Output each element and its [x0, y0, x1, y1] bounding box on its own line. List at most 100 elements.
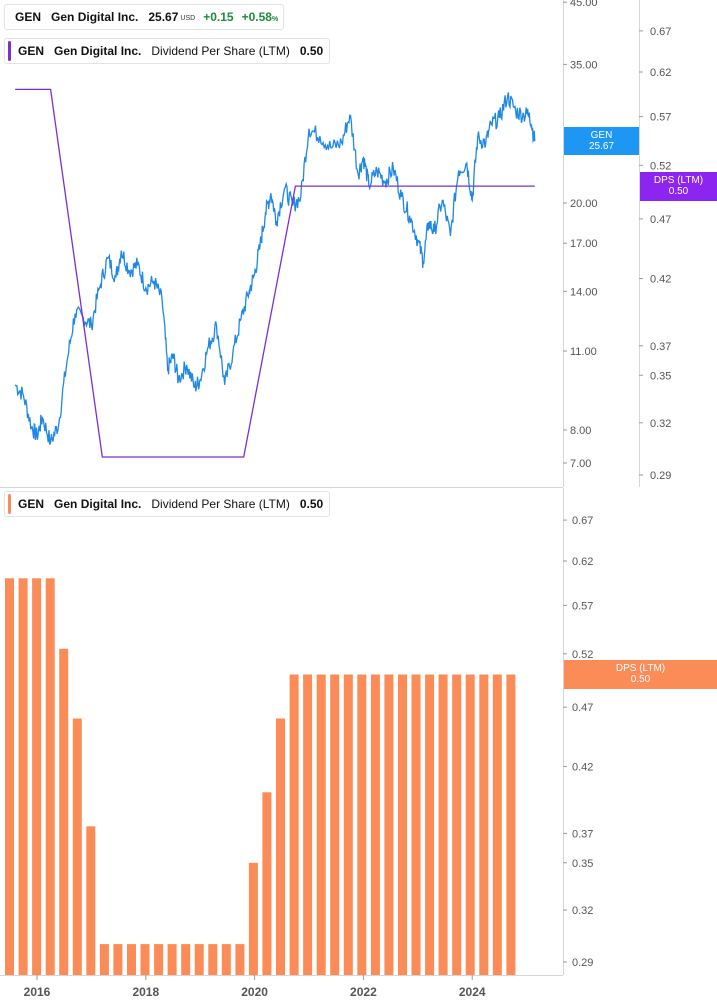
dps-tag-bottom: DPS (LTM) 0.50 [564, 660, 717, 689]
dps-tag-bottom-value: 0.50 [630, 674, 651, 685]
dps-bar [398, 674, 407, 975]
legend-metric: Dividend Per Share (LTM) [151, 44, 290, 58]
dps-bar [235, 944, 245, 975]
legend-ticker: GEN [15, 10, 42, 24]
legend-change-pct: +0.58% [241, 10, 279, 24]
dps-bar [276, 718, 285, 975]
dps-top-tick-label: 0.67 [650, 26, 671, 38]
dps-bar [479, 674, 489, 975]
dps-top-tick-label: 0.37 [650, 341, 671, 353]
dps-bar [113, 944, 123, 975]
dps-bar [208, 944, 218, 975]
dps-bar [221, 944, 231, 975]
legend-ticker: GEN [18, 44, 45, 58]
dps-bar [154, 944, 164, 975]
price-tick-label: 7.00 [570, 458, 591, 470]
legend-dps-top-color [8, 41, 11, 61]
dps-bar [357, 674, 367, 975]
dps-bar [465, 674, 475, 975]
dps-top-tick-label: 0.57 [650, 112, 671, 124]
dps-bar [86, 826, 96, 975]
dps-bar [330, 674, 340, 975]
dps-bottom-tick-label: 0.62 [572, 556, 593, 568]
price-tick-label: 11.00 [570, 346, 597, 358]
dps-bottom-tick-label: 0.57 [572, 600, 593, 612]
legend-price-value: 25.67 [148, 10, 179, 24]
dps-bar [99, 944, 109, 975]
year-tick-label: 2018 [132, 985, 159, 999]
dps-bottom-tick-label: 0.35 [572, 858, 593, 870]
legend-company: Gen Digital Inc. [54, 497, 142, 511]
dps-bottom-tick-label: 0.42 [572, 762, 593, 774]
dps-top-tick-label: 0.62 [650, 67, 671, 79]
legend-currency: USD [180, 15, 196, 22]
dps-tag-top: DPS (LTM) 0.50 [640, 172, 717, 201]
dps-bottom-tick-label: 0.32 [572, 905, 593, 917]
dps-bar [248, 862, 258, 975]
dps-top-tick-label: 0.35 [650, 370, 671, 382]
dps-bar [181, 944, 191, 975]
dps-bar [167, 944, 177, 975]
dps-bar [18, 578, 28, 975]
dps-bar [59, 648, 69, 975]
dps-tag-top-label: DPS (LTM) [653, 175, 704, 186]
dps-bar [316, 674, 326, 975]
price-axis-ticks: 7.00 8.00 11.00 14.00 17.00 20.00 35.00 45.00 [563, 0, 598, 470]
dps-bar [127, 944, 136, 975]
dps-bar [140, 944, 150, 975]
year-tick-label: 2020 [241, 985, 268, 999]
dps-series-line [15, 88, 535, 458]
dps-bar [289, 674, 299, 975]
dps-bar [506, 674, 516, 975]
dps-bar [425, 674, 435, 975]
legend-dps-top: GEN Gen Digital Inc. Dividend Per Share … [4, 38, 330, 64]
price-tag-value: 25.67 [588, 141, 615, 152]
legend-dps-bottom: GEN Gen Digital Inc. Dividend Per Share … [4, 491, 330, 517]
dps-bottom-tick-label: 0.47 [572, 702, 593, 714]
price-tick-label: 8.00 [570, 425, 591, 437]
legend-dps-value: 0.50 [299, 44, 324, 58]
dps-bar [262, 792, 272, 975]
dps-top-tick-label: 0.47 [650, 214, 671, 226]
legend-dps-value: 0.50 [299, 497, 324, 511]
legend-change: +0.15 [203, 10, 234, 24]
dps-top-tick-label: 0.29 [650, 470, 671, 482]
dps-bar [303, 674, 313, 975]
legend-dps-bottom-color [8, 494, 11, 514]
legend-company: Gen Digital Inc. [51, 10, 139, 24]
legend-company: Gen Digital Inc. [54, 44, 142, 58]
year-tick-label: 2024 [459, 985, 486, 999]
dps-axis-ticks-top: 0.29 0.32 0.35 0.37 0.42 0.47 0.52 0.57 0.62 0.67 [639, 26, 671, 482]
dps-bar [492, 674, 502, 975]
dps-bar [343, 674, 353, 975]
legend-metric: Dividend Per Share (LTM) [151, 497, 290, 511]
year-axis-ticks: 2016 2018 2020 2022 2024 [24, 975, 486, 999]
dps-bar [452, 674, 462, 975]
price-tick-label: 14.00 [570, 286, 598, 298]
dps-bar [370, 674, 380, 975]
dps-top-tick-label: 0.32 [650, 418, 671, 430]
dps-bottom-tick-label: 0.29 [572, 957, 593, 969]
price-tag-ticker: GEN [590, 130, 613, 141]
price-tick-label: 20.00 [570, 198, 598, 210]
dps-bottom-tick-label: 0.67 [572, 515, 593, 527]
dps-bar [438, 674, 448, 975]
dps-bottom-tick-label: 0.37 [572, 828, 593, 840]
dps-top-tick-label: 0.52 [650, 160, 671, 172]
dps-bar [194, 944, 204, 975]
dps-bar [384, 674, 394, 975]
dps-bar [45, 578, 55, 975]
dps-bar [72, 718, 82, 975]
legend-price: GEN Gen Digital Inc. 25.67 USD +0.15 +0.… [4, 4, 284, 30]
dps-bar [5, 578, 14, 975]
price-tick-label: 17.00 [570, 238, 598, 250]
year-tick-label: 2022 [350, 985, 377, 999]
legend-ticker: GEN [18, 497, 45, 511]
dps-bars [5, 578, 516, 975]
year-tick-label: 2016 [24, 985, 51, 999]
price-tick-label: 45.00 [570, 0, 598, 9]
dps-tag-bottom-label: DPS (LTM) [615, 663, 666, 674]
dps-axis-ticks-bottom: 0.290.320.350.370.420.470.520.570.620.67 [563, 515, 593, 969]
price-tag: GEN 25.67 [564, 127, 639, 155]
dps-bar [411, 674, 421, 975]
